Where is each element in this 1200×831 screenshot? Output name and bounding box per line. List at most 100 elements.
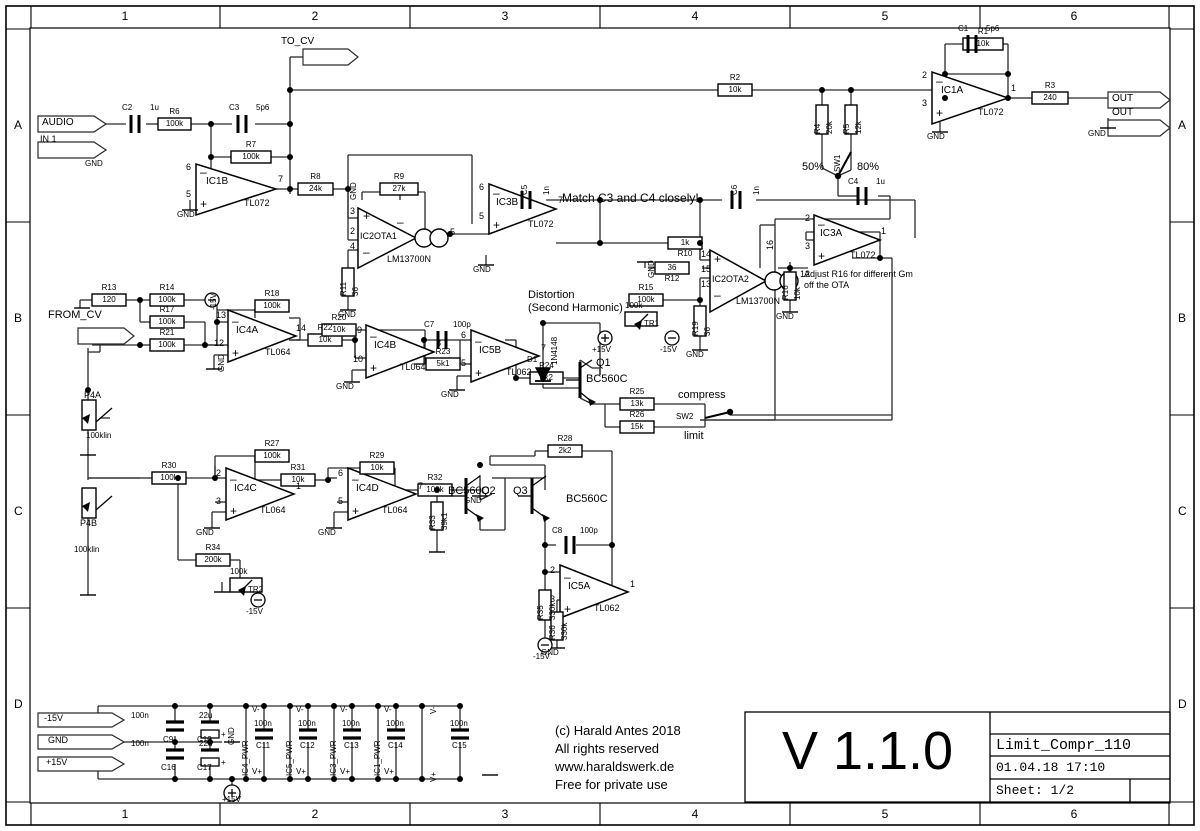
- col-marker-5: 5: [881, 9, 889, 23]
- row-marker-a-right: A: [1178, 118, 1187, 132]
- pin-ota1-out: 5: [450, 227, 456, 237]
- pin-ic3a-in-neg: 2: [805, 213, 811, 223]
- pin-ic4b-in-pos: 10: [353, 354, 364, 364]
- res-val-r3: 240: [1043, 93, 1057, 102]
- gnd-label-q2: GND: [464, 496, 482, 505]
- port-pwr-minus-label[interactable]: -15V: [44, 714, 63, 723]
- cap-val-c16: 100n: [131, 739, 149, 748]
- diode-ref-d1: D1: [527, 355, 538, 364]
- gnd-label-r16: GND: [776, 312, 794, 321]
- port-audio-in-label[interactable]: AUDIO: [42, 118, 74, 128]
- port-out1-label[interactable]: OUT: [1112, 94, 1133, 104]
- cap-val-c8: 100p: [580, 526, 598, 535]
- switch-ref-sw2[interactable]: SW2: [676, 413, 693, 421]
- res-val-r2: 10k: [728, 85, 742, 94]
- plus-sign-ic1a: +: [936, 106, 944, 120]
- pot-ref-p4a[interactable]: P4A: [84, 391, 101, 400]
- cap-val-c4: 1u: [876, 177, 885, 186]
- pot-ref-tr1[interactable]: TR1: [644, 320, 659, 328]
- plus-sign-ic4a: +: [232, 346, 240, 360]
- pwr-label-n15-r35: -15V: [533, 652, 550, 661]
- pwr-cap-val-c11: 100n: [254, 719, 272, 728]
- minus-sign-ota2: –: [714, 288, 721, 302]
- row-marker-c-right: C: [1178, 504, 1187, 518]
- plus-sign-ic4c: +: [230, 504, 238, 518]
- col-marker-b6: 6: [1070, 807, 1078, 821]
- res-ref-r15: R15: [638, 283, 654, 292]
- opamp-ref-ic4d: IC4D: [356, 483, 379, 494]
- res-ref-r4: R4: [813, 123, 822, 134]
- row-marker-a-left: A: [14, 118, 23, 132]
- res-val-r27: 100k: [263, 451, 281, 460]
- minus-sign-ota1-b: –: [397, 215, 404, 229]
- plus-sign-ic3b: +: [493, 218, 501, 232]
- note-distortion-1: Distortion: [528, 289, 575, 301]
- res-ref-r6: R6: [169, 107, 180, 116]
- ota-type-ic2ota1: LM13700N: [387, 254, 432, 264]
- opamp-type-ic4a: TL064: [265, 347, 291, 357]
- cap-ref-c1: C1: [958, 24, 969, 33]
- opamp-type-ic4d: TL064: [382, 505, 408, 515]
- pwr-cap-ref-c14: C14: [388, 741, 403, 750]
- res-ref-r5: R5: [842, 123, 851, 134]
- res-ref-r9: R9: [393, 172, 405, 181]
- pwr-ref-ic4: IC4_PWR: [241, 740, 250, 776]
- note-adjust-r16: Adjust R16 for different Gm off the OTA: [804, 269, 913, 291]
- ota-ref-ic2ota1: IC2OTA1: [360, 231, 397, 241]
- res-val-r5: 12k: [854, 121, 863, 134]
- gnd-label-audio: GND: [85, 159, 103, 168]
- opamp-ref-ic5a: IC5A: [568, 581, 591, 592]
- cap-val-c2: 1u: [150, 103, 159, 112]
- plus-sign-ota2: +: [714, 252, 722, 266]
- pin-ic5b-in-neg: 6: [461, 330, 467, 340]
- minus-sign-ic4c: –: [230, 472, 237, 486]
- switch-ref-sw1[interactable]: SW1: [833, 155, 842, 172]
- res-val-r16: 10k: [793, 287, 802, 300]
- minus-sign-ic1a: –: [936, 74, 943, 88]
- col-marker-b2: 2: [311, 807, 319, 821]
- opamp-type-ic5b: TL062: [506, 367, 532, 377]
- copyright-line3[interactable]: www.haraldswerk.de: [555, 760, 674, 773]
- cap-ref-c5: C5: [520, 184, 529, 195]
- pwr-label-p15-tr1: +15V: [592, 345, 611, 354]
- cap-ref-c9: C9: [163, 735, 174, 744]
- pin-ic5a-out: 1: [630, 579, 636, 589]
- res-val-r1: 10k: [976, 39, 990, 48]
- res-ref-r35: R35: [536, 605, 545, 620]
- cap-val-c3: 5p6: [256, 103, 270, 112]
- res-ref-r8: R8: [310, 172, 321, 181]
- res-val-r30: 100k: [160, 473, 178, 482]
- note-distortion-2: (Second Harmonic): [528, 302, 623, 314]
- pot-ref-p4b[interactable]: P4B: [80, 519, 97, 528]
- pin-ic4d-in-pos: 5: [338, 496, 344, 506]
- pin-ic5b-out: 7: [541, 343, 547, 353]
- pot-val-p4a: 100klin: [86, 431, 112, 440]
- tran-ref-q1: Q1: [596, 357, 611, 369]
- col-marker-4: 4: [691, 9, 699, 23]
- pot-ref-tr2[interactable]: TR2: [248, 586, 263, 594]
- cap-val-c1: 5p6: [986, 24, 1000, 33]
- rail-vplus-4: V+: [384, 767, 395, 776]
- row-marker-c-left: C: [14, 504, 23, 518]
- pwr-cap-val-c15: 100n: [450, 719, 468, 728]
- minus-sign-ic4b: –: [370, 329, 377, 343]
- cap-val-c6: 1n: [752, 186, 761, 195]
- pot-val-tr1: 100k: [625, 301, 643, 310]
- port-pwr-plus-label[interactable]: +15V: [46, 758, 67, 767]
- minus-sign-ic1b: –: [200, 165, 207, 179]
- cap-ref-c4: C4: [848, 177, 859, 186]
- res-val-r17: 100k: [158, 317, 176, 326]
- rail-vminus-3: V-: [340, 705, 348, 714]
- opamp-type-ic4b: TL064: [400, 362, 426, 372]
- res-val-r11: 36: [351, 287, 360, 296]
- cap-val-c7: 100p: [453, 320, 471, 329]
- minus-sign-ic3a: –: [818, 217, 825, 231]
- res-val-r26: 15k: [630, 422, 644, 431]
- port-from-cv-label[interactable]: FROM_CV: [48, 310, 102, 321]
- cap-ref-c3: C3: [229, 103, 240, 112]
- port-pwr-gnd-label[interactable]: GND: [48, 736, 68, 745]
- pin-ic3b-in-neg: 6: [479, 182, 485, 192]
- col-marker-b1: 1: [121, 807, 129, 821]
- tran-type-q1: BC560C: [586, 373, 628, 385]
- port-to-cv-label[interactable]: TO_CV: [281, 37, 314, 47]
